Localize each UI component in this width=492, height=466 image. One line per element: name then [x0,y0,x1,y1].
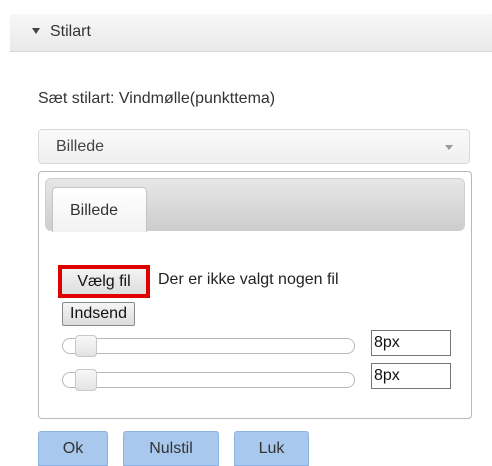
style-panel: Billede Vælg fil Der er ikke valgt nogen… [38,171,472,419]
file-status-text: Der er ikke valgt nogen fil [158,271,339,288]
size-input-1[interactable] [371,330,451,356]
section-title: Stilart [50,23,91,40]
reset-button[interactable]: Nulstil [123,431,219,466]
tab-billede[interactable]: Billede [52,187,147,232]
close-button[interactable]: Luk [234,431,309,466]
tab-bar: Billede [45,178,465,232]
slider-handle[interactable] [75,335,97,357]
tab-label: Billede [70,202,119,219]
style-select-value: Billede [56,138,105,155]
choose-file-button[interactable]: Vælg fil [58,265,150,298]
slider-handle[interactable] [75,369,97,391]
size-slider-2[interactable] [62,369,355,391]
style-section-header[interactable]: Stilart [10,14,492,52]
size-input-2[interactable] [371,363,451,389]
chevron-down-icon [445,145,453,150]
set-style-label: Sæt stilart: Vindmølle(punkttema) [38,90,276,107]
caret-down-icon [32,28,40,34]
submit-button[interactable]: Indsend [62,302,135,326]
ok-button[interactable]: Ok [38,431,108,466]
style-select[interactable]: Billede [38,129,470,164]
size-slider-1[interactable] [62,335,355,357]
